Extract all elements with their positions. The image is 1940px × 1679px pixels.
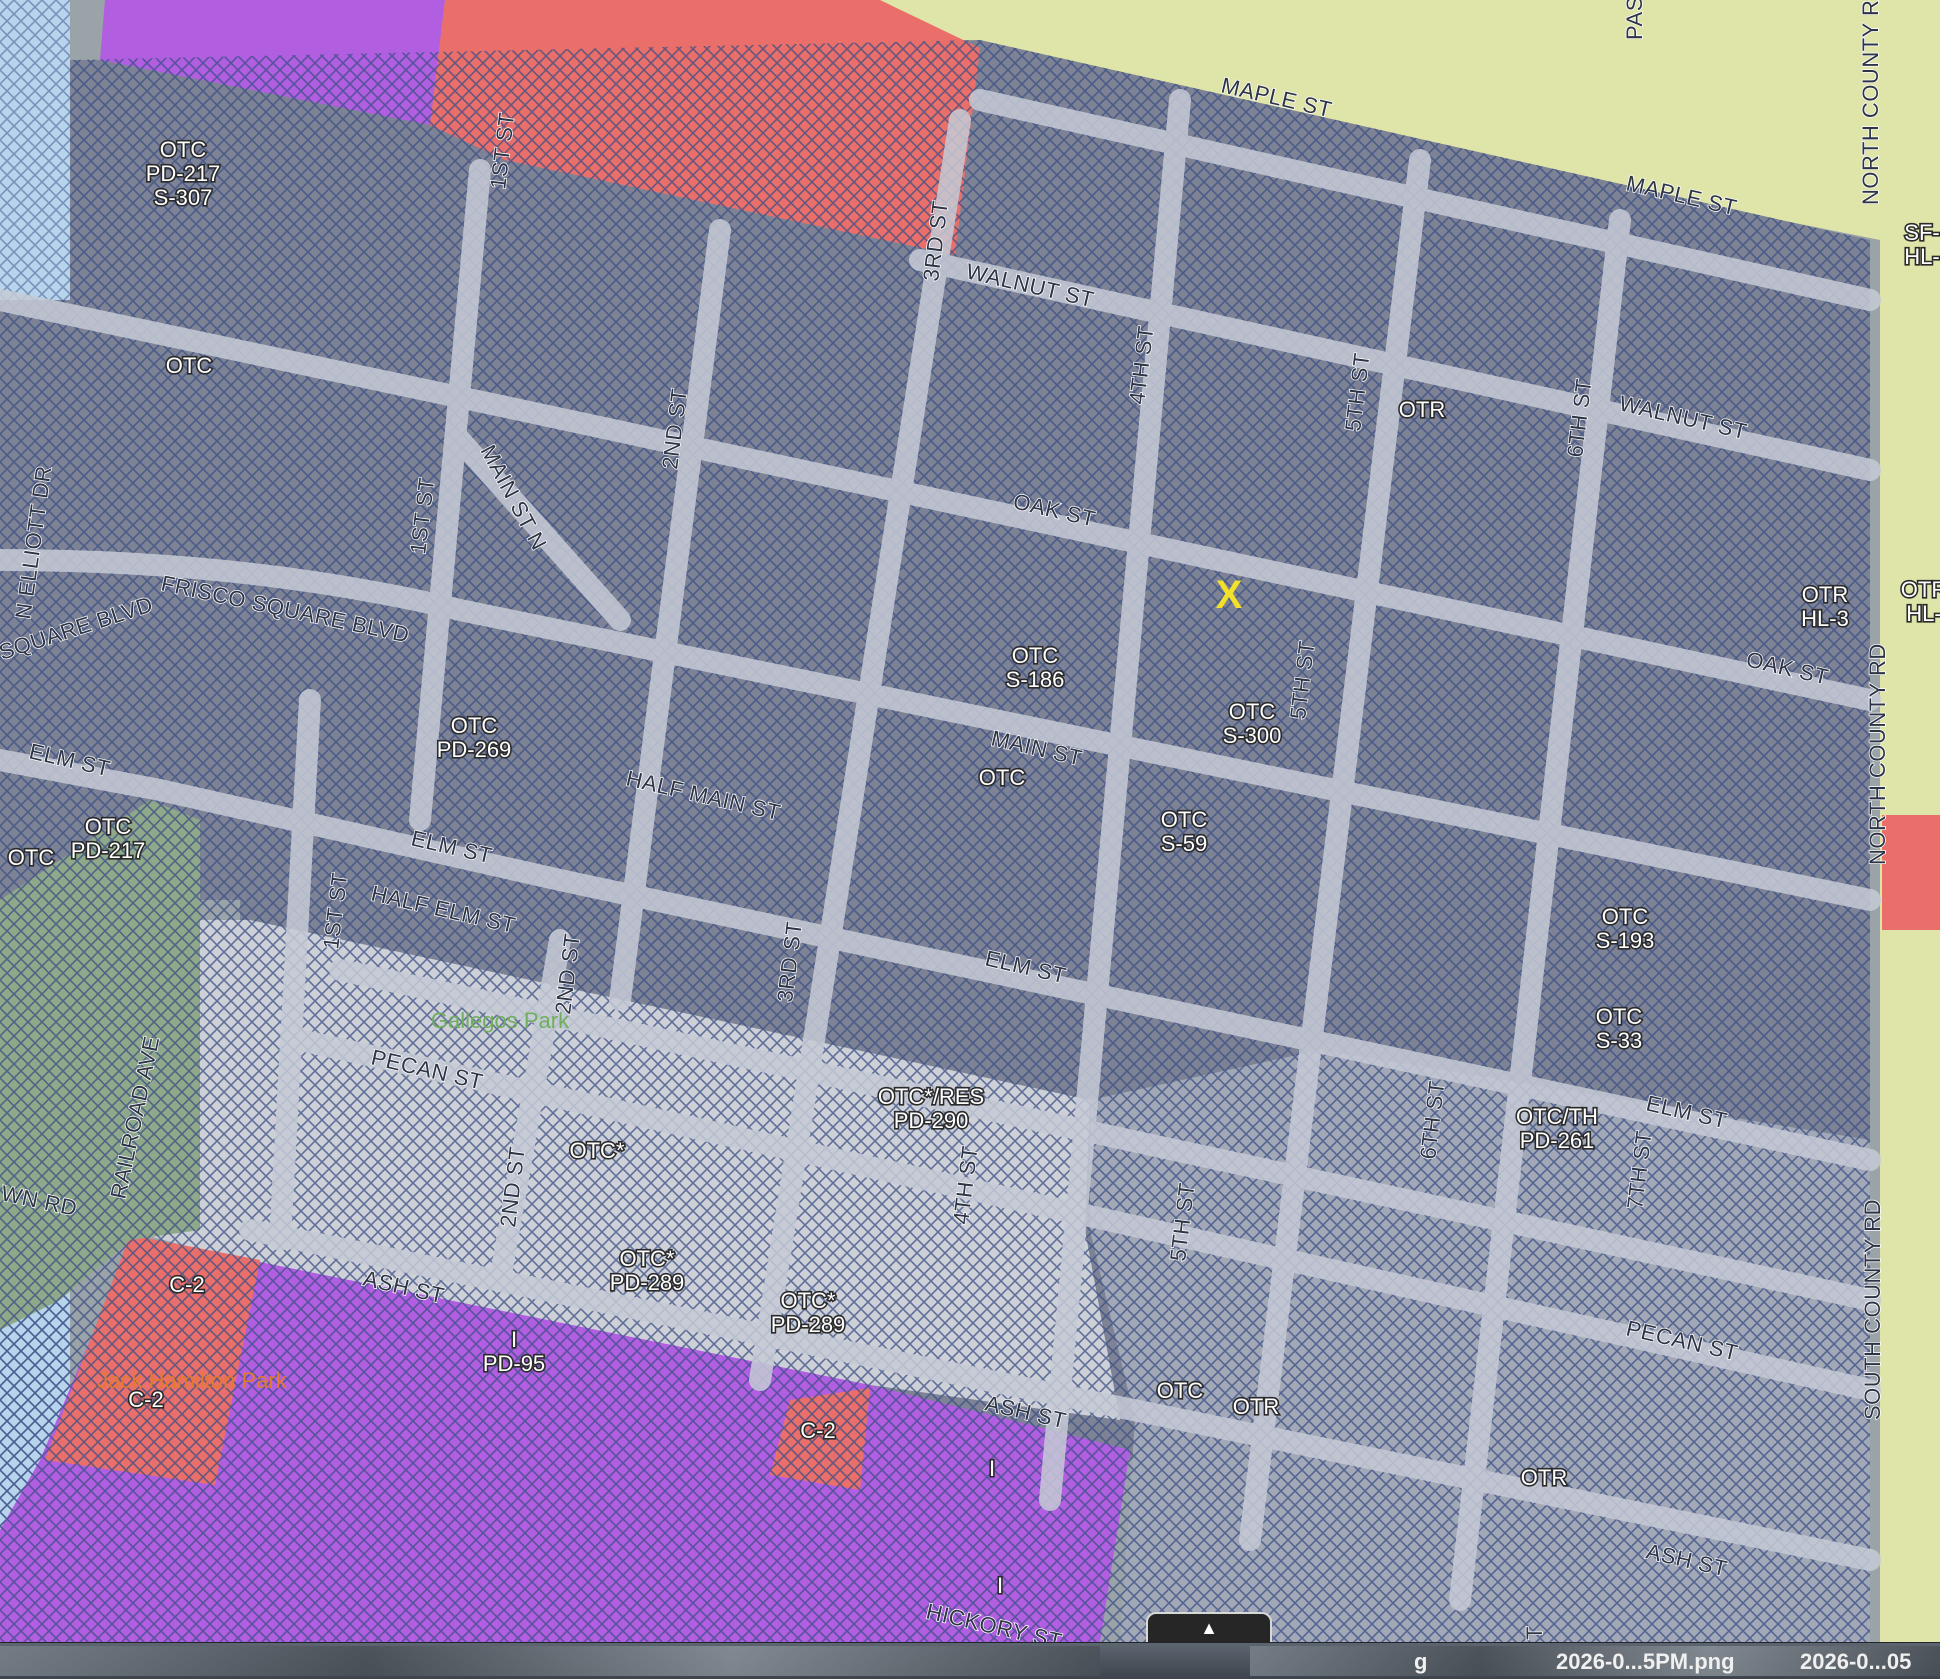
- taskbar-thumbnail: [0, 1646, 1100, 1676]
- street-label: T: [1522, 1626, 1547, 1640]
- zone-label[interactable]: OTC*/RES PD-290: [876, 1082, 986, 1134]
- zone-label[interactable]: OTR HL-3: [1800, 580, 1851, 632]
- park-label-gallegos: Gallegos Park: [431, 1008, 570, 1033]
- chevron-up-icon: ▲: [1200, 1618, 1218, 1638]
- zone-label[interactable]: OTR: [1397, 395, 1447, 423]
- taskbar-item-file-2[interactable]: 2026-0...05: [1800, 1649, 1911, 1675]
- location-marker[interactable]: X: [1216, 573, 1243, 617]
- taskbar-item-g[interactable]: g: [1414, 1649, 1427, 1675]
- street-label: SOUTH COUNTY RD: [1860, 1199, 1885, 1420]
- zone-label[interactable]: C-2: [799, 1416, 838, 1444]
- zone-label[interactable]: OTR: [1519, 1463, 1569, 1491]
- zone-label[interactable]: OTC S-59: [1159, 805, 1209, 857]
- zone-label[interactable]: I: [995, 1571, 1004, 1599]
- park-label-jack-hamilton: Jack Hamilton Park: [97, 1368, 288, 1393]
- panel-collapse-tab[interactable]: ▲: [1146, 1612, 1272, 1646]
- zone-label[interactable]: OTC* PD-289: [769, 1286, 847, 1338]
- zone-label[interactable]: OTC S-193: [1594, 902, 1656, 954]
- zone-label[interactable]: OTC/TH PD-261: [1514, 1102, 1599, 1154]
- street-label: NORTH COUNTY RD: [1865, 643, 1890, 865]
- zone-label[interactable]: OTC S-300: [1221, 697, 1283, 749]
- zoning-map[interactable]: X OTC PD-217 S-307 OTC OTR OTR HL-3 OTC S-18…: [0, 0, 1940, 1642]
- zone-label[interactable]: OTC: [1155, 1376, 1205, 1404]
- zone-label[interactable]: OTC: [6, 843, 56, 871]
- zone-label[interactable]: OTC: [164, 351, 214, 379]
- zone-label[interactable]: OTC* PD-289: [608, 1244, 686, 1296]
- zone-label[interactable]: OTC S-186: [1004, 641, 1066, 693]
- zone-label[interactable]: OTC: [977, 763, 1027, 791]
- zone-label[interactable]: OTR: [1231, 1392, 1281, 1420]
- taskbar-item-file-1[interactable]: 2026-0...5PM.png: [1556, 1649, 1735, 1675]
- zone-label[interactable]: SF-HL-: [1903, 218, 1940, 270]
- taskbar: g 2026-0...5PM.png 2026-0...05: [0, 1642, 1940, 1679]
- zone-label[interactable]: C-2: [168, 1270, 207, 1298]
- zone-label[interactable]: OTC S-33: [1594, 1002, 1644, 1054]
- street-label: PAS: [1622, 0, 1647, 40]
- zone-label[interactable]: I: [987, 1454, 996, 1482]
- commercial-zone-east: [1882, 815, 1940, 930]
- zone-label[interactable]: OTC*: [568, 1136, 627, 1164]
- zone-label[interactable]: OTR HL-: [1899, 575, 1940, 627]
- street-label: NORTH COUNTY R: [1858, 0, 1883, 205]
